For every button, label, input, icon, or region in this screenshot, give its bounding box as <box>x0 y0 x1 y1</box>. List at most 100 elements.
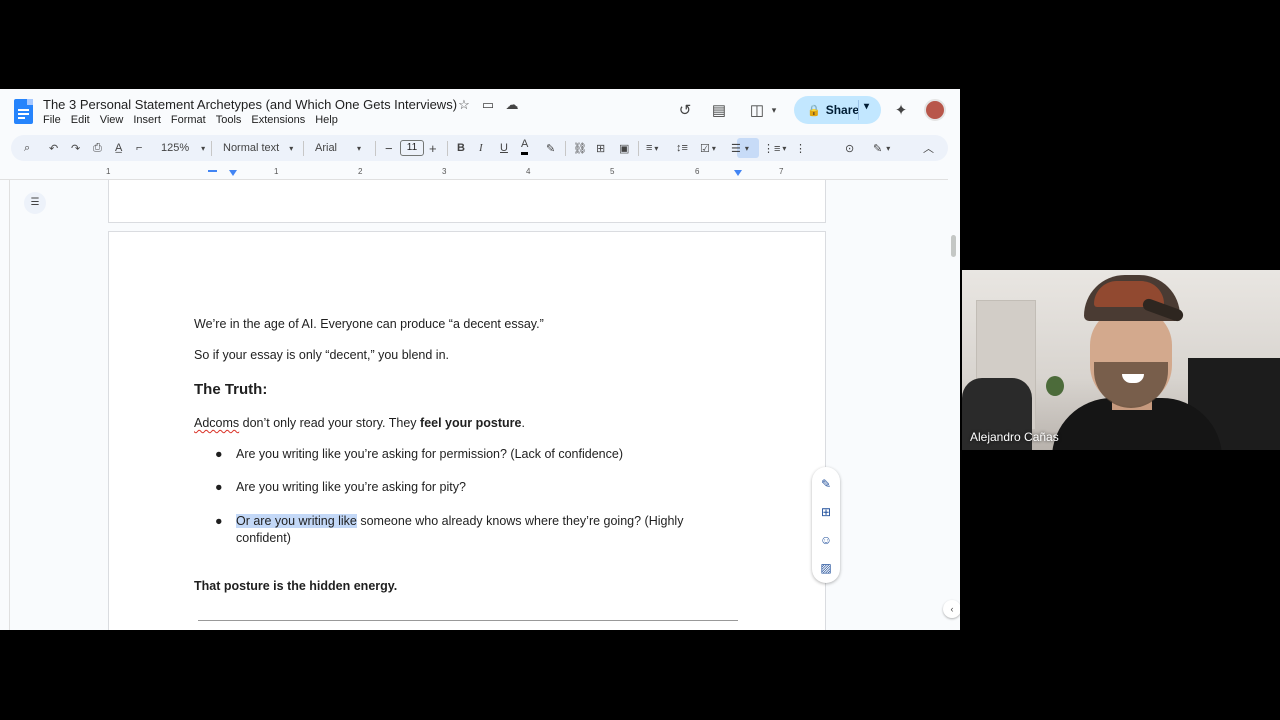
bullet-item-permission[interactable]: Are you writing like you’re asking for p… <box>236 446 623 463</box>
increase-font-size-icon[interactable]: + <box>429 135 437 161</box>
spellcheck-icon[interactable]: A̲ <box>115 135 122 161</box>
decrease-font-size-icon[interactable]: − <box>385 135 393 161</box>
menu-edit[interactable]: Edit <box>71 114 90 126</box>
cloud-saved-icon[interactable]: ☁ <box>504 97 520 113</box>
paragraph-ai-age[interactable]: We’re in the age of AI. Everyone can pro… <box>194 317 544 331</box>
underline-icon[interactable]: U <box>500 135 508 161</box>
paragraph-adcoms[interactable]: Adcoms don’t only read your story. They … <box>194 416 525 430</box>
gemini-icon[interactable]: ✦ <box>890 99 912 121</box>
page-current[interactable]: We’re in the age of AI. Everyone can pro… <box>108 231 826 630</box>
vertical-scrollbar[interactable] <box>951 235 956 257</box>
ruler-number: 5 <box>610 167 615 176</box>
pen-mode-icon[interactable]: ✎ ▾ <box>873 135 890 161</box>
meet-caret-icon[interactable]: ▾ <box>768 99 780 121</box>
share-label: Share <box>825 103 860 117</box>
menu-view[interactable]: View <box>100 114 124 126</box>
align-icon[interactable]: ≡ ▾ <box>646 135 658 161</box>
italic-icon[interactable]: I <box>479 135 483 161</box>
paragraph-adcoms-end: . <box>521 416 525 430</box>
collapse-side-panel-icon[interactable]: ‹ <box>943 600 960 618</box>
document-title[interactable]: The 3 Personal Statement Archetypes (and… <box>43 97 457 112</box>
menu-format[interactable]: Format <box>171 114 206 126</box>
bold-icon[interactable]: B <box>457 135 465 161</box>
horizontal-ruler[interactable]: 1 1 2 3 4 5 6 7 <box>0 167 948 180</box>
menu-tools[interactable]: Tools <box>216 114 242 126</box>
font-value: Arial <box>315 142 338 154</box>
edit-suggest-icon[interactable]: ✎ <box>819 477 833 491</box>
bullet-marker: ● <box>215 447 223 461</box>
font-size-input[interactable]: 11 <box>400 140 424 156</box>
emoji-reaction-icon[interactable]: ☺ <box>819 533 833 547</box>
star-icon[interactable]: ☆ <box>456 97 472 113</box>
paragraph-hidden-energy[interactable]: That posture is the hidden energy. <box>194 579 397 593</box>
bulleted-list-icon[interactable]: ☰ ▾ <box>731 135 749 161</box>
side-action-panel: ✎ ⊞ ☺ ▨ <box>812 467 840 583</box>
bullet-marker: ● <box>215 514 223 528</box>
insert-image-icon[interactable]: ▣ <box>619 135 629 161</box>
suggest-edits-icon[interactable]: ▨ <box>819 561 833 575</box>
right-indent-marker[interactable] <box>734 170 742 176</box>
toolbar-separator <box>303 141 304 156</box>
menu-file[interactable]: File <box>43 114 61 126</box>
menu-bar: File Edit View Insert Format Tools Exten… <box>43 114 348 126</box>
lock-icon: 🔒 <box>807 104 821 117</box>
selected-text[interactable]: Or are you writing like <box>236 514 357 528</box>
paragraph-adcoms-text: don’t only read your story. They <box>239 416 421 430</box>
editing-mode-icon[interactable]: ⊙ <box>845 135 854 161</box>
ruler-number: 7 <box>779 167 784 176</box>
meet-icon[interactable]: ◫ <box>746 99 768 121</box>
left-indent-marker[interactable] <box>229 170 237 176</box>
ruler-number: 2 <box>358 167 363 176</box>
paint-format-icon[interactable]: ⌐ <box>136 135 142 161</box>
undo-icon[interactable]: ↶ <box>49 135 58 161</box>
numbered-list-icon[interactable]: ⋮≡ ▾ <box>763 135 786 161</box>
bullet-item-pity[interactable]: Are you writing like you’re asking for p… <box>236 479 466 496</box>
google-docs-window: The 3 Personal Statement Archetypes (and… <box>0 89 960 630</box>
print-icon[interactable]: ⎙ <box>93 135 102 161</box>
screen: The 3 Personal Statement Archetypes (and… <box>0 0 1280 720</box>
highlight-color-icon[interactable]: ✎ <box>546 135 555 161</box>
line-spacing-icon[interactable]: ↕≡ <box>676 135 688 161</box>
document-outline-icon[interactable]: ☰ <box>24 192 46 214</box>
collapse-menus-icon[interactable]: ︿ <box>923 135 934 161</box>
first-line-indent-marker[interactable] <box>208 170 217 172</box>
menu-help[interactable]: Help <box>315 114 338 126</box>
ruler-number: 3 <box>442 167 447 176</box>
menu-extensions[interactable]: Extensions <box>251 114 305 126</box>
share-button[interactable]: 🔒 Share ▾ <box>794 96 881 124</box>
checklist-icon[interactable]: ☑ ▾ <box>700 135 716 161</box>
font-select[interactable]: Arial ▾ <box>315 135 361 161</box>
ruler-number: 1 <box>274 167 279 176</box>
share-dropdown-icon[interactable]: ▾ <box>864 101 869 112</box>
participant-name: Alejandro Cañas <box>970 430 1059 444</box>
more-options-icon[interactable]: ⋮ <box>795 135 806 161</box>
text-color-icon[interactable]: A <box>521 135 529 155</box>
insert-comment-icon[interactable]: ⊞ <box>596 135 605 161</box>
redo-icon[interactable]: ↷ <box>71 135 80 161</box>
add-comment-icon[interactable]: ⊞ <box>819 505 833 519</box>
docs-logo-icon[interactable] <box>14 99 33 124</box>
version-history-icon[interactable]: ↺ <box>674 99 696 121</box>
heading-the-truth[interactable]: The Truth: <box>194 381 267 398</box>
comments-icon[interactable]: ▤ <box>708 99 730 121</box>
style-caret-icon: ▾ <box>289 143 294 153</box>
zoom-select[interactable]: 125% ▾ <box>161 135 205 161</box>
toolbar-separator <box>565 141 566 156</box>
participant-video-tile[interactable]: Alejandro Cañas <box>962 270 1280 450</box>
insert-link-icon[interactable]: ⛓ <box>573 135 587 161</box>
zoom-caret-icon: ▾ <box>201 143 206 153</box>
vertical-ruler[interactable] <box>0 180 10 630</box>
search-menus-icon[interactable]: ⌕ <box>24 135 30 161</box>
misspelled-word[interactable]: Adcoms <box>194 416 239 430</box>
video-background <box>1046 376 1064 396</box>
page-previous <box>108 180 826 223</box>
ruler-number: 6 <box>695 167 700 176</box>
bullet-item-confident-text: someone who already knows where they’re … <box>356 514 684 528</box>
bullet-item-confident[interactable]: Or are you writing like someone who alre… <box>236 513 716 547</box>
style-select[interactable]: Normal text ▾ <box>223 135 293 161</box>
paragraph-decent[interactable]: So if your essay is only “decent,” you b… <box>194 348 449 362</box>
account-avatar[interactable] <box>924 99 946 121</box>
move-to-folder-icon[interactable]: ▭ <box>480 97 496 113</box>
horizontal-line <box>198 620 738 621</box>
menu-insert[interactable]: Insert <box>133 114 161 126</box>
